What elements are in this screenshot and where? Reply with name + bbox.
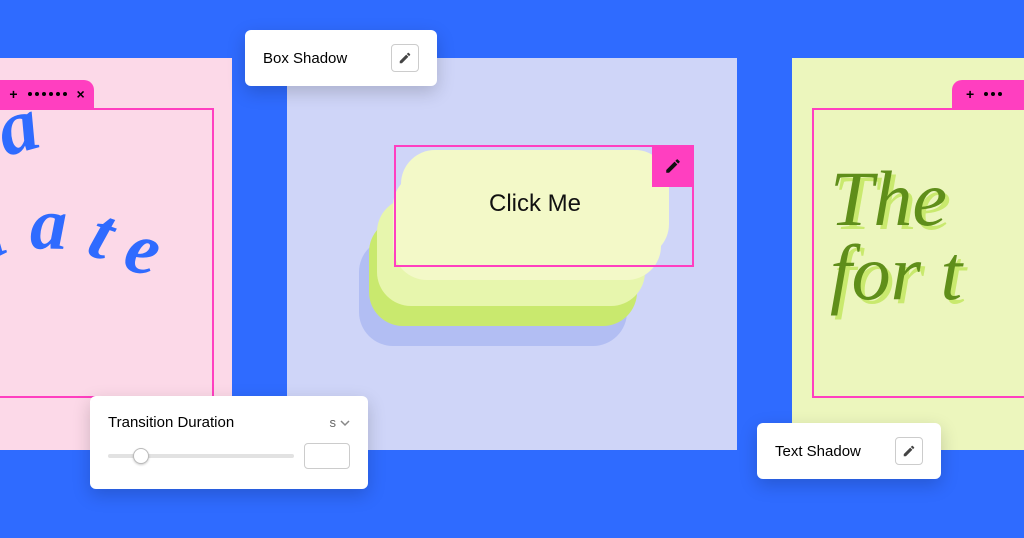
tile-left: + × i a m a t e [0, 58, 232, 450]
selection-frame-right [812, 108, 1024, 398]
chevron-down-icon [340, 418, 350, 428]
tile-right: + The for t [792, 58, 1024, 450]
unit-text: s [330, 415, 337, 430]
tab-bar-left: + × [0, 80, 94, 108]
duration-slider[interactable] [108, 448, 294, 464]
edit-text-shadow-button[interactable] [895, 437, 923, 465]
pencil-icon [398, 51, 412, 65]
tab-bar-right: + [952, 80, 1024, 108]
plus-icon[interactable]: + [966, 86, 974, 102]
tile-center: Click Me [287, 58, 737, 450]
selection-box[interactable] [394, 145, 694, 267]
selection-frame-left [0, 108, 214, 398]
transition-duration-label: Transition Duration [108, 414, 322, 431]
unit-select[interactable]: s [330, 415, 351, 430]
edit-box-shadow-button[interactable] [391, 44, 419, 72]
drag-dots-icon[interactable] [28, 92, 67, 96]
drag-dots-icon[interactable] [984, 92, 1002, 96]
text-shadow-panel: Text Shadow [757, 423, 941, 479]
transition-duration-panel: Transition Duration s [90, 396, 368, 489]
box-shadow-panel: Box Shadow [245, 30, 437, 86]
edit-handle[interactable] [652, 145, 694, 187]
slider-thumb[interactable] [133, 448, 149, 464]
close-icon[interactable]: × [77, 86, 85, 102]
text-shadow-label: Text Shadow [775, 443, 895, 460]
box-shadow-label: Box Shadow [263, 50, 391, 67]
plus-icon[interactable]: + [9, 86, 17, 102]
duration-input[interactable] [304, 443, 350, 469]
pencil-icon [902, 444, 916, 458]
pencil-icon [664, 157, 682, 175]
